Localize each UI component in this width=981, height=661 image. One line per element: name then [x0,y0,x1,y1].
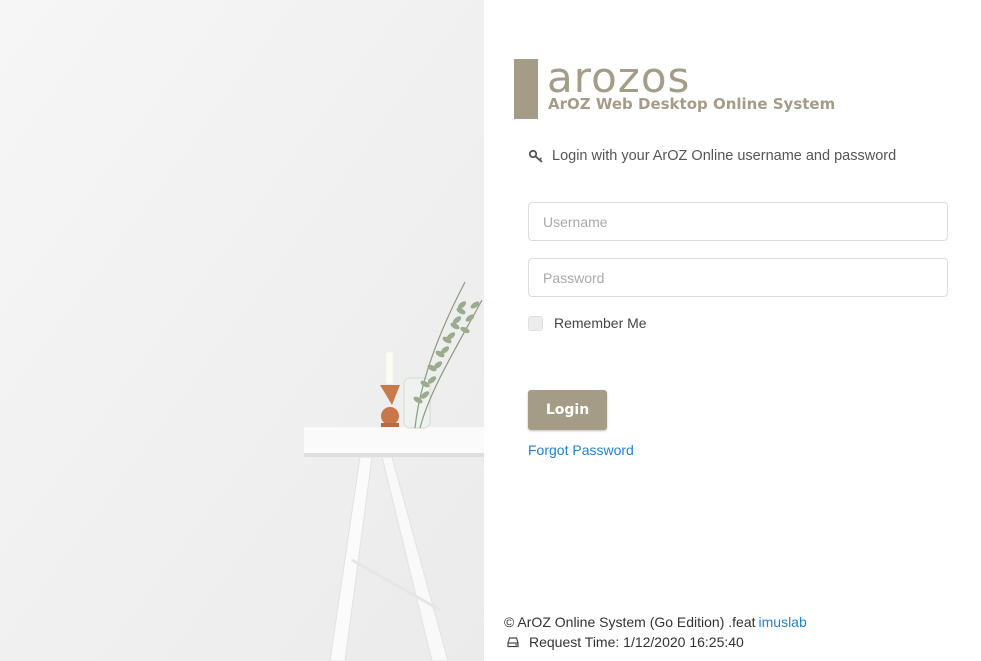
footer: © ArOZ Online System (Go Edition) .feat … [504,612,807,652]
author-link[interactable]: imuslab [759,614,807,630]
login-instructions: Login with your ArOZ Online username and… [528,146,896,166]
logo-accent-bar [514,59,538,119]
remember-me-checkbox[interactable]: Remember Me [528,315,647,331]
login-button[interactable]: Login [528,390,607,430]
key-icon [528,149,543,163]
forgot-password-link[interactable]: Forgot Password [528,442,634,458]
copyright-line: © ArOZ Online System (Go Edition) .feat … [504,612,807,632]
hdd-icon [507,637,519,648]
login-panel: arozos ArOZ Web Desktop Online System Lo… [484,0,981,661]
background-photo [0,0,484,661]
room-illustration [0,0,484,661]
checkbox-box[interactable] [528,315,543,331]
username-input[interactable] [528,202,948,241]
password-input[interactable] [528,258,948,297]
request-time-line: Request Time: 1/12/2020 16:25:40 [504,632,807,652]
request-time-text: Request Time: 1/12/2020 16:25:40 [529,634,744,650]
copyright-text: © ArOZ Online System (Go Edition) .feat [504,614,756,630]
login-instructions-text: Login with your ArOZ Online username and… [552,148,897,164]
remember-me-label: Remember Me [554,315,647,331]
brand-logo: arozos ArOZ Web Desktop Online System [514,54,835,120]
brand-subtitle: ArOZ Web Desktop Online System [548,95,836,113]
